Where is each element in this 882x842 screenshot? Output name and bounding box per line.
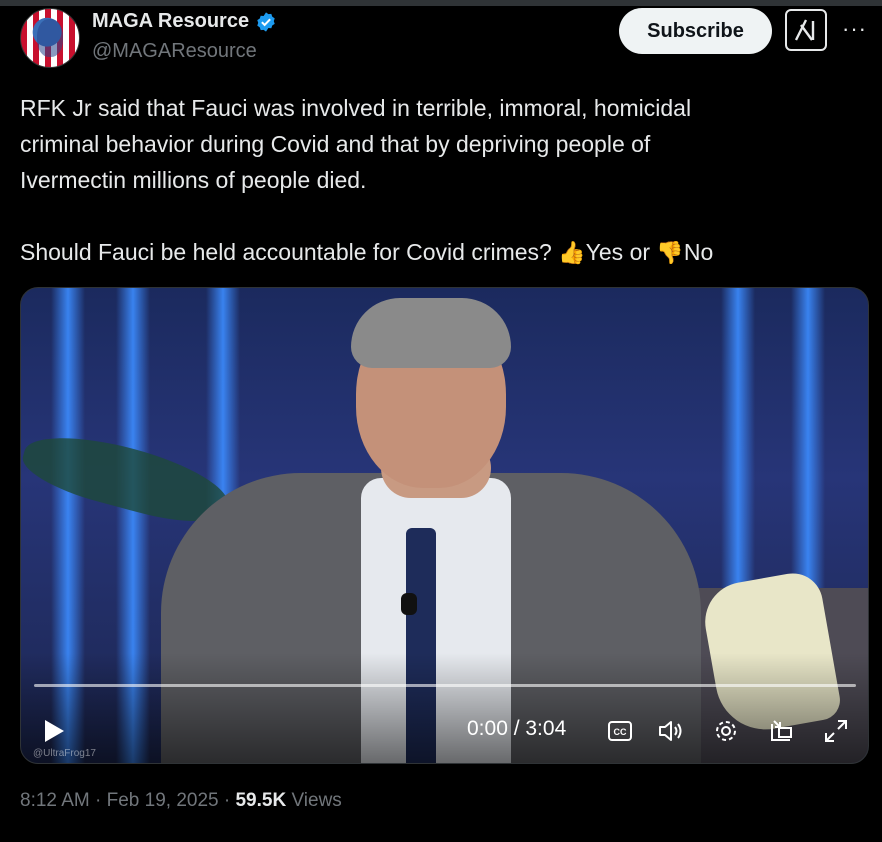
tweet-text-line: Ivermectin millions of people died. [20,167,367,193]
svg-text:CC: CC [614,727,627,737]
tweet-time[interactable]: 8:12 AM [20,790,90,811]
captions-icon[interactable]: CC [605,716,635,746]
tweet-text: RFK Jr said that Fauci was involved in t… [20,90,870,271]
volume-icon[interactable] [657,716,687,746]
video-player[interactable]: 0:00 / 3:04 CC @UltraFrog17 [20,287,869,764]
controls-shade [21,653,868,763]
video-watermark: @UltraFrog17 [33,748,96,759]
settings-icon[interactable] [711,716,741,746]
thumbs-down-icon: 👎 [656,240,684,265]
grok-glyph [794,19,815,41]
handle[interactable]: @MAGAResource [92,40,257,63]
tweet-text-line: RFK Jr said that Fauci was involved in t… [20,95,692,121]
thumbs-up-icon: 👍 [558,240,586,265]
meta-separator: · [218,790,236,811]
tweet-text-line: criminal behavior during Covid and that … [20,131,651,157]
tweet-question-line: Should Fauci be held accountable for Cov… [20,234,870,271]
speaker-hair [351,298,511,368]
avatar[interactable] [20,8,80,68]
avatar-face [37,19,63,57]
no-label: No [683,239,714,265]
more-options-icon[interactable]: ··· [842,16,867,42]
display-name[interactable]: MAGA Resource [92,10,249,33]
lapel-mic [401,593,417,615]
tweet-date[interactable]: Feb 19, 2025 [107,790,219,811]
play-icon[interactable] [39,716,69,746]
yes-label: Yes or [585,239,651,265]
author-name-row: MAGA Resource [92,10,277,33]
subscribe-button[interactable]: Subscribe [619,8,772,54]
top-divider [0,0,882,6]
video-time: 0:00 / 3:04 [467,717,567,740]
picture-in-picture-icon[interactable] [767,716,797,746]
tweet-meta: 8:12 AM · Feb 19, 2025 · 59.5K Views [20,790,342,812]
grok-icon[interactable] [785,9,827,51]
video-progress-bar[interactable] [34,684,856,687]
tweet-question: Should Fauci be held accountable for Cov… [20,239,552,265]
verified-badge-icon [257,11,275,32]
views-count: 59.5K [235,790,287,811]
meta-separator: · [89,790,107,811]
fullscreen-icon[interactable] [821,716,851,746]
views-label: Views [286,790,342,811]
